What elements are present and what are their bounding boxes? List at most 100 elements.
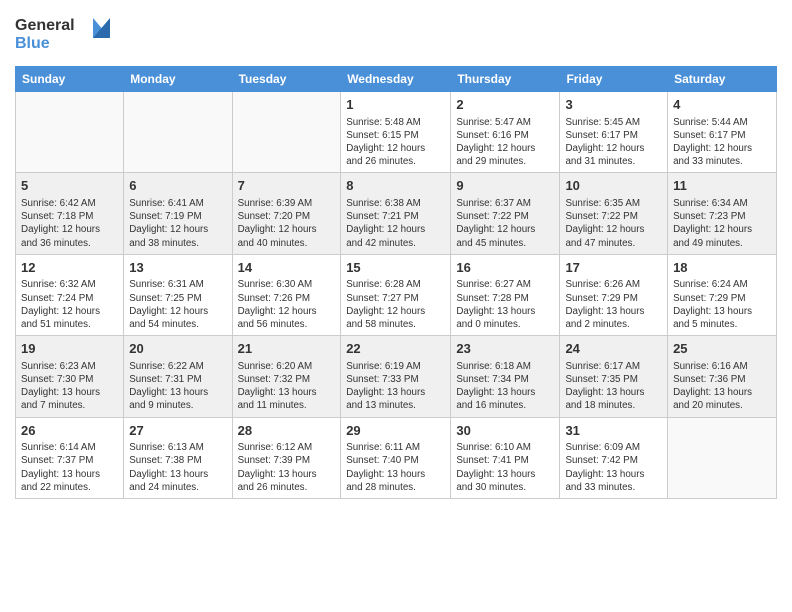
- weekday-header-tuesday: Tuesday: [232, 67, 341, 92]
- calendar-cell: 31Sunrise: 6:09 AMSunset: 7:42 PMDayligh…: [560, 417, 668, 498]
- calendar-cell: 20 Sunrise: 6:22 AMSunset: 7:31 PMDayligh…: [124, 336, 232, 417]
- day-info: Sunrise: 6:17 AMSunset: 7:35 PMDaylight:…: [565, 360, 662, 413]
- day-number: 10: [565, 177, 662, 195]
- calendar-cell: 28Sunrise: 6:12 AMSunset: 7:39 PMDayligh…: [232, 417, 341, 498]
- calendar-cell: 15Sunrise: 6:28 AMSunset: 7:27 PMDayligh…: [341, 254, 451, 335]
- day-info: Sunrise: 6:20 AMSunset: 7:32 PMDaylight:…: [238, 360, 336, 413]
- day-number: 17: [565, 259, 662, 277]
- day-info: Sunrise: 6:27 AMSunset: 7:28 PMDaylight:…: [456, 278, 554, 331]
- calendar-week-row: 1 Sunrise: 5:48 AMSunset: 6:15 PMDaylight…: [16, 92, 777, 173]
- calendar-cell: 12Sunrise: 6:32 AMSunset: 7:24 PMDayligh…: [16, 254, 124, 335]
- calendar-cell: 13Sunrise: 6:31 AMSunset: 7:25 PMDayligh…: [124, 254, 232, 335]
- day-info: Sunrise: 6:18 AMSunset: 7:34 PMDaylight:…: [456, 360, 554, 413]
- day-number: 2: [456, 96, 554, 114]
- day-number: 31: [565, 422, 662, 440]
- calendar-cell: 17Sunrise: 6:26 AMSunset: 7:29 PMDayligh…: [560, 254, 668, 335]
- day-info: Sunrise: 6:22 AMSunset: 7:31 PMDaylight:…: [129, 360, 226, 413]
- day-info: Sunrise: 5:45 AMSunset: 6:17 PMDaylight:…: [565, 116, 662, 169]
- day-number: 11: [673, 177, 771, 195]
- header: General Blue: [15, 10, 777, 60]
- day-info: Sunrise: 6:09 AMSunset: 7:42 PMDaylight:…: [565, 441, 662, 494]
- calendar-cell: 24 Sunrise: 6:17 AMSunset: 7:35 PMDayligh…: [560, 336, 668, 417]
- svg-text:Blue: Blue: [15, 35, 50, 52]
- calendar-cell: 2 Sunrise: 5:47 AMSunset: 6:16 PMDaylight…: [451, 92, 560, 173]
- day-number: 15: [346, 259, 445, 277]
- logo: General Blue: [15, 10, 125, 60]
- calendar-cell: 10Sunrise: 6:35 AMSunset: 7:22 PMDayligh…: [560, 173, 668, 254]
- calendar-cell: 26Sunrise: 6:14 AMSunset: 7:37 PMDayligh…: [16, 417, 124, 498]
- calendar-table: SundayMondayTuesdayWednesdayThursdayFrid…: [15, 66, 777, 499]
- calendar-cell: 23 Sunrise: 6:18 AMSunset: 7:34 PMDayligh…: [451, 336, 560, 417]
- day-info: Sunrise: 5:47 AMSunset: 6:16 PMDaylight:…: [456, 116, 554, 169]
- calendar-cell: 21 Sunrise: 6:20 AMSunset: 7:32 PMDayligh…: [232, 336, 341, 417]
- calendar-cell: 8 Sunrise: 6:38 AMSunset: 7:21 PMDaylight…: [341, 173, 451, 254]
- svg-text:General: General: [15, 17, 75, 34]
- day-number: 8: [346, 177, 445, 195]
- weekday-header-thursday: Thursday: [451, 67, 560, 92]
- day-number: 16: [456, 259, 554, 277]
- day-info: Sunrise: 6:23 AMSunset: 7:30 PMDaylight:…: [21, 360, 118, 413]
- calendar-cell: 18Sunrise: 6:24 AMSunset: 7:29 PMDayligh…: [668, 254, 777, 335]
- day-number: 6: [129, 177, 226, 195]
- day-info: Sunrise: 6:32 AMSunset: 7:24 PMDaylight:…: [21, 278, 118, 331]
- day-number: 21: [238, 340, 336, 358]
- weekday-header-monday: Monday: [124, 67, 232, 92]
- calendar-week-row: 5 Sunrise: 6:42 AMSunset: 7:18 PMDaylight…: [16, 173, 777, 254]
- calendar-cell: [668, 417, 777, 498]
- day-info: Sunrise: 6:37 AMSunset: 7:22 PMDaylight:…: [456, 197, 554, 250]
- day-info: Sunrise: 6:13 AMSunset: 7:38 PMDaylight:…: [129, 441, 226, 494]
- day-info: Sunrise: 6:31 AMSunset: 7:25 PMDaylight:…: [129, 278, 226, 331]
- day-info: Sunrise: 6:38 AMSunset: 7:21 PMDaylight:…: [346, 197, 445, 250]
- calendar-cell: 14Sunrise: 6:30 AMSunset: 7:26 PMDayligh…: [232, 254, 341, 335]
- calendar-week-row: 19 Sunrise: 6:23 AMSunset: 7:30 PMDayligh…: [16, 336, 777, 417]
- calendar-cell: 5 Sunrise: 6:42 AMSunset: 7:18 PMDaylight…: [16, 173, 124, 254]
- weekday-header-sunday: Sunday: [16, 67, 124, 92]
- day-number: 23: [456, 340, 554, 358]
- day-number: 19: [21, 340, 118, 358]
- day-number: 5: [21, 177, 118, 195]
- day-info: Sunrise: 6:34 AMSunset: 7:23 PMDaylight:…: [673, 197, 771, 250]
- calendar-cell: 4Sunrise: 5:44 AMSunset: 6:17 PMDaylight…: [668, 92, 777, 173]
- weekday-header-wednesday: Wednesday: [341, 67, 451, 92]
- logo-text: General Blue: [15, 10, 125, 60]
- day-number: 20: [129, 340, 226, 358]
- day-number: 12: [21, 259, 118, 277]
- day-number: 3: [565, 96, 662, 114]
- calendar-cell: [232, 92, 341, 173]
- day-info: Sunrise: 6:26 AMSunset: 7:29 PMDaylight:…: [565, 278, 662, 331]
- day-info: Sunrise: 6:42 AMSunset: 7:18 PMDaylight:…: [21, 197, 118, 250]
- calendar-cell: [124, 92, 232, 173]
- calendar-week-row: 26Sunrise: 6:14 AMSunset: 7:37 PMDayligh…: [16, 417, 777, 498]
- calendar-cell: 25 Sunrise: 6:16 AMSunset: 7:36 PMDayligh…: [668, 336, 777, 417]
- calendar-cell: 6 Sunrise: 6:41 AMSunset: 7:19 PMDaylight…: [124, 173, 232, 254]
- day-info: Sunrise: 5:48 AMSunset: 6:15 PMDaylight:…: [346, 116, 445, 169]
- calendar-cell: 1 Sunrise: 5:48 AMSunset: 6:15 PMDaylight…: [341, 92, 451, 173]
- day-number: 7: [238, 177, 336, 195]
- calendar-cell: 7 Sunrise: 6:39 AMSunset: 7:20 PMDaylight…: [232, 173, 341, 254]
- day-number: 26: [21, 422, 118, 440]
- day-info: Sunrise: 6:41 AMSunset: 7:19 PMDaylight:…: [129, 197, 226, 250]
- day-info: Sunrise: 6:10 AMSunset: 7:41 PMDaylight:…: [456, 441, 554, 494]
- page-container: General Blue SundayMondayTuesdayWednesda…: [0, 0, 792, 509]
- day-info: Sunrise: 6:28 AMSunset: 7:27 PMDaylight:…: [346, 278, 445, 331]
- weekday-header-friday: Friday: [560, 67, 668, 92]
- day-number: 9: [456, 177, 554, 195]
- day-info: Sunrise: 6:39 AMSunset: 7:20 PMDaylight:…: [238, 197, 336, 250]
- calendar-week-row: 12Sunrise: 6:32 AMSunset: 7:24 PMDayligh…: [16, 254, 777, 335]
- day-number: 4: [673, 96, 771, 114]
- day-number: 1: [346, 96, 445, 114]
- day-number: 30: [456, 422, 554, 440]
- day-info: Sunrise: 6:19 AMSunset: 7:33 PMDaylight:…: [346, 360, 445, 413]
- day-number: 24: [565, 340, 662, 358]
- day-number: 27: [129, 422, 226, 440]
- calendar-cell: 30Sunrise: 6:10 AMSunset: 7:41 PMDayligh…: [451, 417, 560, 498]
- day-number: 18: [673, 259, 771, 277]
- day-info: Sunrise: 6:24 AMSunset: 7:29 PMDaylight:…: [673, 278, 771, 331]
- weekday-header-saturday: Saturday: [668, 67, 777, 92]
- calendar-cell: 27Sunrise: 6:13 AMSunset: 7:38 PMDayligh…: [124, 417, 232, 498]
- calendar-cell: 19 Sunrise: 6:23 AMSunset: 7:30 PMDayligh…: [16, 336, 124, 417]
- calendar-cell: 22Sunrise: 6:19 AMSunset: 7:33 PMDayligh…: [341, 336, 451, 417]
- day-number: 25: [673, 340, 771, 358]
- calendar-cell: 3 Sunrise: 5:45 AMSunset: 6:17 PMDaylight…: [560, 92, 668, 173]
- day-info: Sunrise: 6:16 AMSunset: 7:36 PMDaylight:…: [673, 360, 771, 413]
